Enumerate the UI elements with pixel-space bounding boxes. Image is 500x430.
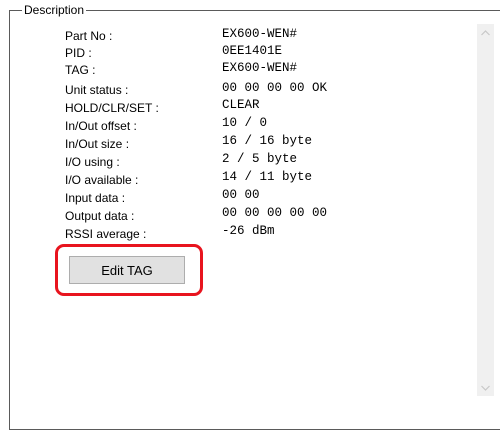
io-available-label: I/O available : xyxy=(65,173,139,187)
edit-tag-button[interactable]: Edit TAG xyxy=(69,256,185,284)
output-data-label: Output data : xyxy=(65,209,135,223)
in-out-offset-label: In/Out offset : xyxy=(65,119,137,133)
edit-tag-button-label: Edit TAG xyxy=(101,262,153,278)
pid-value: 0EE1401E xyxy=(222,44,283,58)
rssi-average-value: -26 dBm xyxy=(222,224,275,238)
unit-status-label: Unit status : xyxy=(65,83,129,97)
scroll-up-arrow-icon[interactable] xyxy=(477,24,494,41)
output-data-value: 00 00 00 00 00 xyxy=(222,206,328,220)
rssi-average-label: RSSI average : xyxy=(65,227,147,241)
io-using-value: 2 / 5 byte xyxy=(222,152,298,166)
hold-clr-set-label: HOLD/CLR/SET : xyxy=(65,101,159,115)
in-out-size-label: In/Out size : xyxy=(65,137,130,151)
scroll-down-arrow-icon[interactable] xyxy=(477,379,494,396)
description-groupbox-title: Description xyxy=(22,3,87,17)
pid-label: PID : xyxy=(65,46,92,60)
io-using-label: I/O using : xyxy=(65,155,120,169)
io-available-value: 14 / 11 byte xyxy=(222,170,313,184)
in-out-size-value: 16 / 16 byte xyxy=(222,134,313,148)
in-out-offset-value: 10 / 0 xyxy=(222,116,268,130)
tag-value: EX600-WEN# xyxy=(222,61,298,75)
input-data-value: 00 00 xyxy=(222,188,260,202)
vertical-scrollbar[interactable] xyxy=(477,24,494,396)
unit-status-value: 00 00 00 00 OK xyxy=(222,81,328,95)
part-no-value: EX600-WEN# xyxy=(222,27,298,41)
part-no-label: Part No : xyxy=(65,29,113,43)
tag-label: TAG : xyxy=(65,63,96,77)
hold-clr-set-value: CLEAR xyxy=(222,98,260,112)
input-data-label: Input data : xyxy=(65,191,126,205)
